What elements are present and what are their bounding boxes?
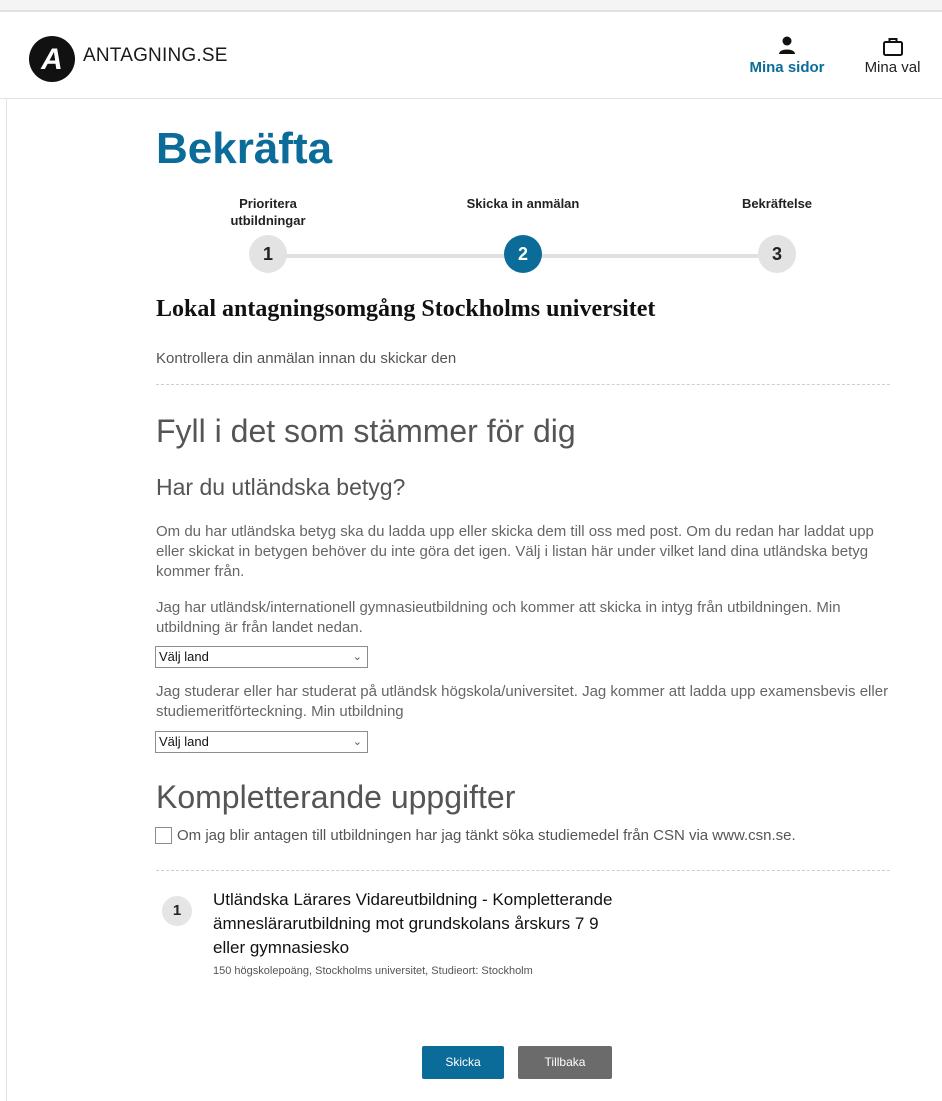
course-meta: 150 högskolepoäng, Stockholms universite…: [213, 965, 533, 977]
university-country-value: Välj land: [159, 734, 209, 749]
step-connector-2: [535, 254, 765, 258]
university-education-text: Jag studerar eller har studerat på utlän…: [156, 683, 889, 720]
university-country-select[interactable]: Välj land ⌄: [155, 731, 368, 753]
chevron-down-icon: ⌄: [352, 736, 362, 748]
nav-mina-sidor-label: Mina sidor: [749, 59, 825, 76]
foreign-grades-intro: Om du har utländska betyg ska du ladda u…: [156, 523, 874, 580]
secondary-country-value: Välj land: [159, 649, 209, 664]
step-3-label: Bekräftelse: [741, 196, 813, 211]
nav-mina-val[interactable]: Mina val: [850, 36, 935, 76]
step-3-circle: 3: [758, 235, 796, 273]
admission-round-title: Lokal antagningsomgång Stockholms univer…: [156, 296, 656, 322]
submit-button[interactable]: Skicka: [422, 1046, 504, 1079]
browser-top-strip: [0, 0, 942, 12]
course-title: Utländska Lärares Vidareutbildning - Kom…: [213, 890, 613, 957]
lead-text: Kontrollera din anmälan innan du skickar…: [156, 350, 457, 367]
back-button[interactable]: Tillbaka: [518, 1046, 612, 1079]
briefcase-icon: [882, 38, 903, 56]
nav-mina-sidor[interactable]: Mina sidor: [742, 36, 832, 76]
secondary-country-select[interactable]: Välj land ⌄: [155, 646, 368, 668]
page-title: Bekräfta: [156, 124, 333, 173]
supplementary-heading: Kompletterande uppgifter: [156, 779, 516, 815]
step-1-circle: 1: [249, 235, 287, 273]
foreign-grades-heading: Har du utländska betyg?: [156, 474, 406, 500]
brand-name[interactable]: ANTAGNING.SE: [83, 45, 228, 67]
secondary-education-text: Jag har utländsk/internationell gymnasie…: [156, 599, 841, 636]
step-2-label: Skicka in anmälan: [466, 196, 580, 211]
step-2-circle: 2: [504, 235, 542, 273]
svg-text:A: A: [40, 43, 63, 76]
chevron-down-icon: ⌄: [352, 651, 362, 663]
person-icon: [779, 36, 795, 54]
antagning-logo-icon[interactable]: A: [28, 35, 76, 83]
course-priority-badge: 1: [162, 896, 192, 926]
divider: [156, 384, 890, 385]
step-1-label: Prioritera utbildningar: [230, 196, 306, 228]
csn-checkbox-label[interactable]: Om jag blir antagen till utbildningen ha…: [177, 827, 796, 844]
csn-checkbox[interactable]: [155, 827, 172, 844]
nav-mina-val-label: Mina val: [864, 59, 921, 76]
form-heading: Fyll i det som stämmer för dig: [156, 413, 576, 449]
content-left-border: [6, 98, 7, 1101]
site-header: A ANTAGNING.SE Mina sidor Mina val: [0, 12, 942, 99]
step-connector-1: [280, 254, 510, 258]
divider: [156, 870, 890, 871]
